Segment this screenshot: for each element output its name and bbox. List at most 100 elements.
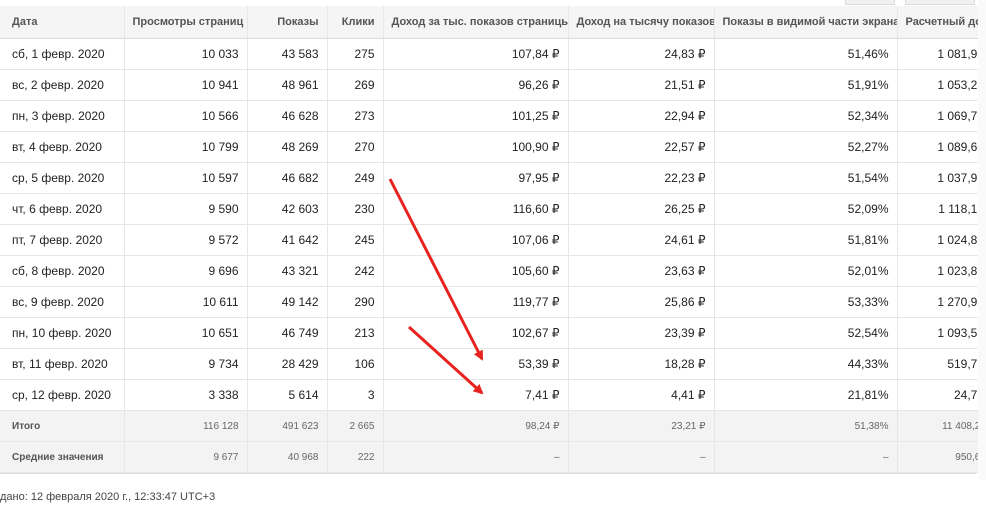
column-header-estimated-earnings[interactable]: Расчетный доход bbox=[897, 6, 986, 39]
clicks-cell: 273 bbox=[327, 100, 384, 132]
table-row: сб, 1 февр. 2020 10 033 43 583 275 107,84 ₽2… bbox=[0, 38, 986, 70]
date-cell: ср, 12 февр. 2020 bbox=[0, 379, 125, 411]
clicks-cell: 106 bbox=[327, 348, 384, 380]
clicks-cell: 213 bbox=[327, 317, 384, 349]
impression-rpm-cell: 24,61 ₽ bbox=[568, 224, 715, 256]
impression-rpm-cell: 18,28 ₽ bbox=[568, 348, 715, 380]
page-rpm-cell: 98,24 ₽ bbox=[383, 410, 569, 442]
date-cell: пт, 7 февр. 2020 bbox=[0, 224, 125, 256]
viewability-cell: 51,81% bbox=[714, 224, 898, 256]
page-rpm-cell: – bbox=[383, 441, 569, 473]
date-cell: чт, 6 февр. 2020 bbox=[0, 193, 125, 225]
impressions-cell: 40 968 bbox=[247, 441, 328, 473]
date-cell: вт, 11 февр. 2020 bbox=[0, 348, 125, 380]
impression-rpm-cell: – bbox=[568, 441, 715, 473]
date-cell: Итого bbox=[0, 410, 125, 442]
column-header-clicks[interactable]: Клики bbox=[327, 6, 384, 39]
page-rpm-cell: 116,60 ₽ bbox=[383, 193, 569, 225]
viewability-cell: 52,27% bbox=[714, 131, 898, 163]
estimated-earnings-cell: 1 089,60 ₽ bbox=[897, 131, 986, 163]
column-header-page-rpm[interactable]: Доход за тыс. показов страницы bbox=[383, 6, 569, 39]
column-header-viewability[interactable]: Показы в видимой части экрана bbox=[714, 6, 898, 39]
clicks-cell: 3 bbox=[327, 379, 384, 411]
summary-row: Средние значения 9 677 40 968 222– – –950,69 … bbox=[0, 441, 986, 473]
impressions-cell: 5 614 bbox=[247, 379, 328, 411]
column-header-page-views[interactable]: Просмотры страниц bbox=[124, 6, 248, 39]
estimated-earnings-cell: 1 270,93 ₽ bbox=[897, 286, 986, 318]
viewability-cell: 51,91% bbox=[714, 69, 898, 101]
page-views-cell: 9 696 bbox=[124, 255, 248, 287]
date-cell: Средние значения bbox=[0, 441, 125, 473]
estimated-earnings-cell: 11 408,29 ₽ bbox=[897, 410, 986, 442]
column-header-impressions[interactable]: Показы bbox=[247, 6, 328, 39]
table-header-row: Дата Просмотры страниц Показы Клики Дохо… bbox=[0, 6, 986, 39]
estimated-earnings-cell: 1 081,97 ₽ bbox=[897, 38, 986, 70]
table-row: ср, 12 февр. 2020 3 338 5 614 3 7,41 ₽4,41 ₽… bbox=[0, 379, 986, 411]
scrollbar[interactable] bbox=[978, 0, 986, 480]
clicks-cell: 270 bbox=[327, 131, 384, 163]
impression-rpm-cell: 23,39 ₽ bbox=[568, 317, 715, 349]
date-cell: сб, 1 февр. 2020 bbox=[0, 38, 125, 70]
page-rpm-cell: 107,84 ₽ bbox=[383, 38, 569, 70]
impression-rpm-cell: 21,51 ₽ bbox=[568, 69, 715, 101]
clicks-cell: 269 bbox=[327, 69, 384, 101]
viewability-cell: 52,34% bbox=[714, 100, 898, 132]
page-views-cell: 10 566 bbox=[124, 100, 248, 132]
estimated-earnings-cell: 1 069,78 ₽ bbox=[897, 100, 986, 132]
page-views-cell: 9 590 bbox=[124, 193, 248, 225]
clicks-cell: 275 bbox=[327, 38, 384, 70]
page-rpm-cell: 101,25 ₽ bbox=[383, 100, 569, 132]
viewability-cell: 44,33% bbox=[714, 348, 898, 380]
column-header-date[interactable]: Дата bbox=[0, 6, 125, 39]
table-row: вт, 11 февр. 2020 9 734 28 429 106 53,39 ₽18… bbox=[0, 348, 986, 380]
table-row: пн, 10 февр. 2020 10 651 46 749 213 102,67 ₽… bbox=[0, 317, 986, 349]
page-rpm-cell: 119,77 ₽ bbox=[383, 286, 569, 318]
viewability-cell: 52,09% bbox=[714, 193, 898, 225]
impression-rpm-cell: 4,41 ₽ bbox=[568, 379, 715, 411]
date-cell: вс, 2 февр. 2020 bbox=[0, 69, 125, 101]
table-row: чт, 6 февр. 2020 9 590 42 603 230 116,60 ₽26… bbox=[0, 193, 986, 225]
page-views-cell: 10 941 bbox=[124, 69, 248, 101]
page-rpm-cell: 102,67 ₽ bbox=[383, 317, 569, 349]
impressions-cell: 46 749 bbox=[247, 317, 328, 349]
page-views-cell: 10 651 bbox=[124, 317, 248, 349]
date-cell: пн, 10 февр. 2020 bbox=[0, 317, 125, 349]
impression-rpm-cell: 25,86 ₽ bbox=[568, 286, 715, 318]
impression-rpm-cell: 22,23 ₽ bbox=[568, 162, 715, 194]
impression-rpm-cell: 22,94 ₽ bbox=[568, 100, 715, 132]
toolbar-button-left[interactable] bbox=[845, 0, 895, 5]
impressions-cell: 41 642 bbox=[247, 224, 328, 256]
table-row: вс, 2 февр. 2020 10 941 48 961 269 96,26 ₽21… bbox=[0, 69, 986, 101]
table-row: вт, 4 февр. 2020 10 799 48 269 270 100,90 ₽2… bbox=[0, 131, 986, 163]
column-header-impression-rpm[interactable]: Доход на тысячу показов bbox=[568, 6, 715, 39]
impressions-cell: 46 682 bbox=[247, 162, 328, 194]
viewability-cell: 53,33% bbox=[714, 286, 898, 318]
date-cell: пн, 3 февр. 2020 bbox=[0, 100, 125, 132]
date-cell: сб, 8 февр. 2020 bbox=[0, 255, 125, 287]
toolbar-button-right[interactable] bbox=[905, 0, 975, 5]
impression-rpm-cell: 26,25 ₽ bbox=[568, 193, 715, 225]
viewability-cell: 52,01% bbox=[714, 255, 898, 287]
page-views-cell: 10 611 bbox=[124, 286, 248, 318]
impression-rpm-cell: 24,83 ₽ bbox=[568, 38, 715, 70]
date-cell: вт, 4 февр. 2020 bbox=[0, 131, 125, 163]
impressions-cell: 49 142 bbox=[247, 286, 328, 318]
estimated-earnings-cell: 1 093,56 ₽ bbox=[897, 317, 986, 349]
clicks-cell: 222 bbox=[327, 441, 384, 473]
page-views-cell: 10 033 bbox=[124, 38, 248, 70]
clicks-cell: 230 bbox=[327, 193, 384, 225]
page-views-cell: 10 799 bbox=[124, 131, 248, 163]
impression-rpm-cell: 23,21 ₽ bbox=[568, 410, 715, 442]
viewability-cell: 51,46% bbox=[714, 38, 898, 70]
impression-rpm-cell: 23,63 ₽ bbox=[568, 255, 715, 287]
report-table-container: Дата Просмотры страниц Показы Клики Дохо… bbox=[0, 6, 986, 474]
impression-rpm-cell: 22,57 ₽ bbox=[568, 131, 715, 163]
impressions-cell: 491 623 bbox=[247, 410, 328, 442]
viewability-cell: – bbox=[714, 441, 898, 473]
viewability-cell: 51,54% bbox=[714, 162, 898, 194]
page-views-cell: 9 572 bbox=[124, 224, 248, 256]
page-rpm-cell: 7,41 ₽ bbox=[383, 379, 569, 411]
estimated-earnings-cell: 519,71 ₽ bbox=[897, 348, 986, 380]
viewability-cell: 52,54% bbox=[714, 317, 898, 349]
clicks-cell: 2 665 bbox=[327, 410, 384, 442]
